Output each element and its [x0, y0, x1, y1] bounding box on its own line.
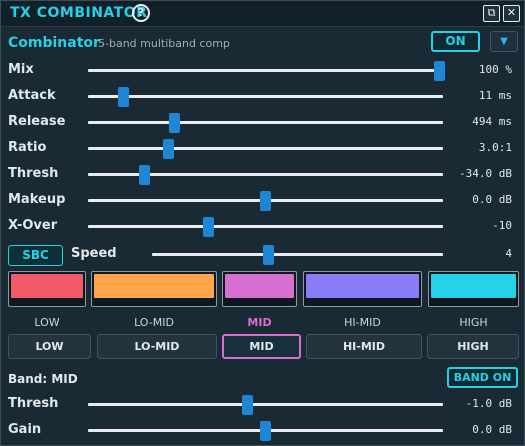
band-swatch-lo-mid[interactable]	[91, 271, 217, 307]
param-slider-track[interactable]	[88, 403, 443, 406]
band-swatch-low[interactable]	[8, 271, 86, 307]
band-color-fill	[11, 274, 83, 298]
band-label-low: LOW	[34, 316, 60, 329]
param-label: Release	[8, 114, 66, 129]
speed-slider-track[interactable]	[152, 253, 443, 256]
preset-name: Combinator	[8, 35, 100, 51]
param-value: 494 ms	[472, 115, 512, 128]
band-tab-mid[interactable]: MID	[222, 334, 301, 359]
band-color-fill	[94, 274, 214, 298]
param-label: Ratio	[8, 140, 47, 155]
param-row-thresh: Thresh -34.0 dB	[1, 163, 524, 185]
param-row-attack: Attack 11 ms	[1, 85, 524, 107]
param-value: -10	[492, 219, 512, 232]
param-label: Thresh	[8, 396, 59, 411]
param-slider-thumb[interactable]	[260, 421, 271, 441]
band-label-mid: MID	[247, 316, 272, 329]
param-slider-thumb[interactable]	[139, 165, 151, 185]
band-swatch-high[interactable]	[428, 271, 519, 307]
param-value: 0.0 dB	[472, 193, 512, 206]
band-swatch-hi-mid[interactable]	[303, 271, 422, 307]
param-label: Attack	[8, 88, 56, 103]
power-on-button[interactable]: ON	[431, 31, 480, 52]
band-label-hi-mid: HI-MID	[344, 316, 381, 329]
band-tab-lo-mid[interactable]: LO-MID	[97, 334, 217, 359]
param-slider-thumb[interactable]	[260, 191, 271, 211]
param-value: 100 %	[478, 63, 512, 76]
band-swatch-mid[interactable]	[222, 271, 297, 307]
band-param-row-gain: Gain 0.0 dB	[1, 419, 524, 441]
preset-description: 5-band multiband comp	[98, 37, 230, 50]
param-label: Mix	[8, 62, 34, 77]
param-row-mix: Mix 100 %	[1, 59, 524, 81]
param-row-speed: Speed 4	[1, 243, 524, 265]
param-slider-track[interactable]	[88, 225, 443, 228]
param-label: Gain	[8, 422, 42, 437]
param-value: -1.0 dB	[465, 397, 512, 410]
param-slider-track[interactable]	[88, 147, 443, 150]
preset-menu-button[interactable]: ▼	[490, 31, 518, 52]
band-tab-low[interactable]: LOW	[8, 334, 91, 359]
band-section-title: Band: MID	[8, 372, 78, 386]
param-slider-track[interactable]	[88, 121, 443, 124]
speed-slider-thumb[interactable]	[262, 245, 274, 265]
title-bar: TX COMBINATOR ? ⧉ ✕	[1, 1, 524, 27]
band-color-fill	[225, 274, 294, 298]
param-slider-thumb[interactable]	[118, 87, 129, 107]
param-slider-thumb[interactable]	[433, 61, 445, 81]
detach-window-icon[interactable]: ⧉	[483, 5, 500, 22]
speed-value: 4	[505, 247, 512, 260]
band-color-fill	[431, 274, 516, 298]
param-label: Thresh	[8, 166, 59, 181]
param-value: -34.0 dB	[459, 167, 512, 180]
preset-header: Combinator 5-band multiband comp ON ▼	[1, 28, 524, 60]
band-param-row-thresh: Thresh -1.0 dB	[1, 393, 524, 415]
param-slider-track[interactable]	[88, 69, 443, 72]
band-on-button[interactable]: BAND ON	[447, 367, 518, 388]
param-slider-track[interactable]	[88, 95, 443, 98]
param-label: X-Over	[8, 218, 58, 233]
close-icon[interactable]: ✕	[503, 5, 520, 22]
param-row-makeup: Makeup 0.0 dB	[1, 189, 524, 211]
plugin-window: TX COMBINATOR ? ⧉ ✕ Combinator 5-band mu…	[0, 0, 525, 446]
band-tab-hi-mid[interactable]: HI-MID	[306, 334, 422, 359]
band-label-lo-mid: LO-MID	[134, 316, 174, 329]
window-title: TX COMBINATOR	[10, 5, 148, 21]
param-value: 0.0 dB	[472, 423, 512, 436]
param-row-xover: X-Over -10	[1, 215, 524, 237]
param-label: Makeup	[8, 192, 66, 207]
param-slider-thumb[interactable]	[203, 217, 215, 237]
band-tab-high[interactable]: HIGH	[427, 334, 519, 359]
param-value: 11 ms	[478, 89, 512, 102]
chevron-down-icon: ▼	[500, 36, 508, 47]
param-row-release: Release 494 ms	[1, 111, 524, 133]
speed-label: Speed	[71, 246, 117, 261]
param-slider-thumb[interactable]	[242, 395, 254, 415]
help-icon[interactable]: ?	[132, 4, 150, 22]
param-slider-thumb[interactable]	[169, 113, 181, 133]
band-color-fill	[306, 274, 419, 298]
param-row-ratio: Ratio 3.0:1	[1, 137, 524, 159]
param-value: 3.0:1	[478, 141, 512, 154]
param-slider-thumb[interactable]	[163, 139, 175, 159]
band-label-high: HIGH	[459, 316, 488, 329]
